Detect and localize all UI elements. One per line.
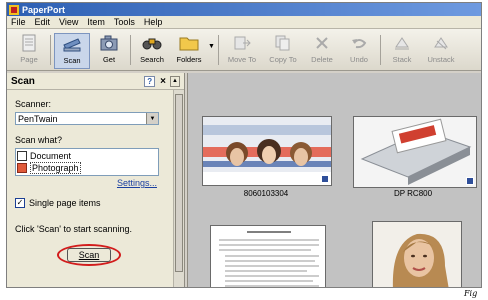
copy-to-button[interactable]: Copy To xyxy=(263,33,303,69)
undo-button[interactable]: Undo xyxy=(341,33,377,69)
chevron-down-icon[interactable]: ▼ xyxy=(146,113,158,124)
toolbar: Page Scan Get Search Folders ▼ Move To C… xyxy=(7,29,481,71)
toolbar-separator xyxy=(218,35,219,65)
menu-tools[interactable]: Tools xyxy=(114,17,135,27)
scan-what-list[interactable]: Document Photograph xyxy=(15,148,159,176)
delete-icon xyxy=(311,33,333,53)
stack-icon xyxy=(391,33,413,53)
copy-to-label: Copy To xyxy=(269,55,297,64)
undo-icon xyxy=(348,33,370,53)
title-bar: PaperPort xyxy=(7,3,481,16)
stack-button[interactable]: Stack xyxy=(384,33,420,69)
page-button-label: Page xyxy=(20,55,38,64)
unstack-button[interactable]: Unstack xyxy=(421,33,461,69)
scan-pane-body: Scanner: PenTwain ▼ Scan what? Document … xyxy=(15,99,171,234)
scan-hint: Click 'Scan' to start scanning. xyxy=(15,224,132,234)
scan-pane-title: Scan xyxy=(11,75,35,87)
single-page-checkbox[interactable]: ✓ xyxy=(15,198,25,208)
scan-pane: Scan ? × ▲ Scanner: PenTwain ▼ Scan what… xyxy=(7,73,185,287)
thumbnail-item[interactable] xyxy=(202,116,332,186)
scan-button[interactable]: Scan xyxy=(67,248,111,262)
move-to-button[interactable]: Move To xyxy=(222,33,262,69)
get-button-label: Get xyxy=(102,55,116,64)
undo-label: Undo xyxy=(350,55,368,64)
image-type-icon xyxy=(466,177,474,185)
help-icon[interactable]: ? xyxy=(144,75,156,87)
single-page-row[interactable]: ✓ Single page items xyxy=(15,198,171,208)
folders-button[interactable]: Folders xyxy=(171,33,207,69)
menu-edit[interactable]: Edit xyxy=(35,17,51,27)
scanner-icon xyxy=(61,34,83,54)
unstack-label: Unstack xyxy=(427,55,455,64)
scroll-up-icon[interactable]: ▲ xyxy=(170,75,180,87)
move-to-icon xyxy=(231,33,253,53)
toolbar-separator xyxy=(130,35,131,65)
scan-toolbar-label: Scan xyxy=(63,56,81,65)
settings-link[interactable]: Settings... xyxy=(15,178,157,188)
thumbnail-label: DP RC800 xyxy=(393,189,433,198)
page-button[interactable]: Page xyxy=(11,33,47,69)
page-icon xyxy=(18,33,40,53)
folders-button-label: Folders xyxy=(176,55,202,64)
scrollbar-thumb[interactable] xyxy=(175,94,183,272)
photo-strip-image xyxy=(203,117,331,185)
folders-dropdown-icon[interactable]: ▼ xyxy=(208,43,216,50)
scanner-photo-image xyxy=(354,117,476,187)
text-document-image xyxy=(211,226,325,287)
paperport-window: PaperPort File Edit View Item Tools Help… xyxy=(6,2,482,288)
stack-label: Stack xyxy=(392,55,412,64)
binoculars-icon xyxy=(141,33,163,53)
thumbnail-item[interactable] xyxy=(210,225,326,287)
menu-item[interactable]: Item xyxy=(87,17,105,27)
document-option-label: Document xyxy=(30,151,72,161)
list-item-document[interactable]: Document xyxy=(17,150,157,162)
scan-pane-scrollbar[interactable] xyxy=(173,90,184,287)
thumbnail-item[interactable] xyxy=(372,221,462,287)
toolbar-separator xyxy=(380,35,381,65)
document-icon xyxy=(17,151,27,161)
folder-icon xyxy=(178,33,200,53)
scan-pane-header: Scan ? × ▲ xyxy=(7,73,184,90)
get-button[interactable]: Get xyxy=(91,33,127,69)
menu-file[interactable]: File xyxy=(11,17,26,27)
window-title: PaperPort xyxy=(22,4,66,15)
delete-button[interactable]: Delete xyxy=(304,33,340,69)
single-page-label: Single page items xyxy=(29,198,101,208)
thumbnail-label: 8060103304 xyxy=(243,189,289,198)
delete-label: Delete xyxy=(311,55,333,64)
move-to-label: Move To xyxy=(227,55,257,64)
photograph-icon xyxy=(17,163,27,173)
scan-button-highlight: Scan xyxy=(57,244,121,266)
toolbar-separator xyxy=(50,35,51,65)
search-button-label: Search xyxy=(140,55,164,64)
unstack-icon xyxy=(430,33,452,53)
search-button[interactable]: Search xyxy=(134,33,170,69)
desktop-workspace: 8060103304 DP RC800 xyxy=(187,73,481,287)
close-icon[interactable]: × xyxy=(160,76,166,87)
thumbnail-item[interactable] xyxy=(353,116,477,188)
menu-view[interactable]: View xyxy=(59,17,78,27)
scan-toolbar-button[interactable]: Scan xyxy=(54,33,90,69)
photograph-option-label: Photograph xyxy=(30,162,81,174)
scanner-label: Scanner: xyxy=(15,99,52,109)
image-type-icon xyxy=(321,175,329,183)
portrait-photo-image xyxy=(373,222,461,287)
camera-icon xyxy=(98,33,120,53)
copy-to-icon xyxy=(272,33,294,53)
list-item-photograph[interactable]: Photograph xyxy=(17,162,157,174)
paperport-app-icon xyxy=(9,4,19,15)
scan-what-label: Scan what? xyxy=(15,135,63,145)
menu-bar: File Edit View Item Tools Help xyxy=(7,16,481,29)
figure-caption: Fig xyxy=(464,289,478,298)
menu-help[interactable]: Help xyxy=(144,17,163,27)
scanner-select[interactable]: PenTwain ▼ xyxy=(15,112,159,125)
scanner-value: PenTwain xyxy=(18,113,58,124)
